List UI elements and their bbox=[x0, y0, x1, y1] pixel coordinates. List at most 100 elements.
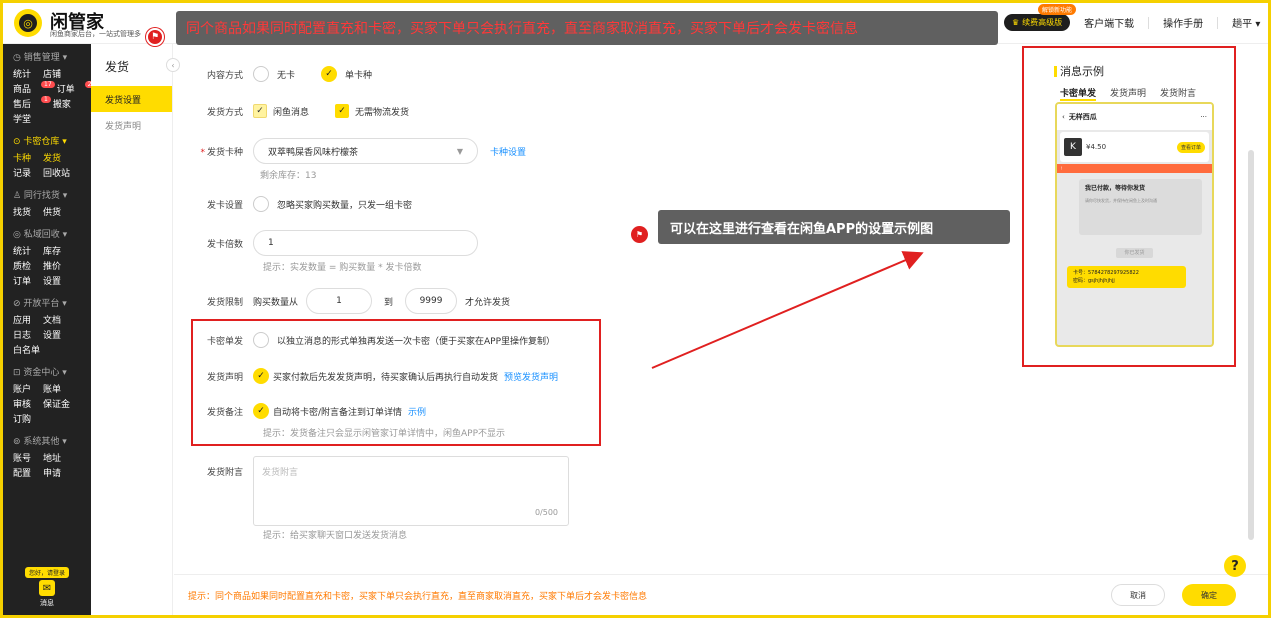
sidebar-item[interactable]: 应用 bbox=[13, 313, 31, 326]
download-link[interactable]: 客户端下载 bbox=[1084, 15, 1134, 30]
sidebar-group-title[interactable]: ◷ 销售管理 ▾ bbox=[13, 50, 91, 63]
sidebar-item[interactable]: 账号 bbox=[13, 451, 31, 464]
multiple-input[interactable]: 1 bbox=[253, 230, 478, 256]
sidebar-row: 质检 推价 bbox=[13, 258, 91, 273]
sidebar-group-title[interactable]: ◎ 私域回收 ▾ bbox=[13, 227, 91, 240]
sidebar-item[interactable]: 记录 bbox=[13, 166, 31, 179]
new-feature-tag: 解锁新功能 bbox=[1038, 4, 1077, 15]
message-icon[interactable]: ✉ bbox=[39, 580, 55, 596]
sidebar-item[interactable]: 申请 bbox=[43, 466, 61, 479]
sidebar-group-title[interactable]: ⊘ 开放平台 ▾ bbox=[13, 296, 91, 309]
app-logo[interactable]: ◎ bbox=[14, 9, 42, 37]
sidebar-item[interactable]: 订单2 bbox=[57, 81, 95, 95]
manual-link[interactable]: 操作手册 bbox=[1163, 15, 1203, 30]
checkbox-checked-icon: ✓ bbox=[335, 104, 350, 118]
sidebar-group: ⊚ 系统其他 ▾ 账号 地址 配置 申请 bbox=[3, 428, 91, 482]
sidebar-row: 日志 设置 bbox=[13, 327, 91, 342]
sidebar-item[interactable]: 发货 bbox=[43, 151, 61, 164]
sidebar-item[interactable]: 配置 bbox=[13, 466, 31, 479]
option-label: 无卡 bbox=[277, 70, 296, 81]
sidebar-item[interactable]: 学堂 bbox=[13, 112, 31, 125]
content-mode-single[interactable]: ✓ 单卡种 bbox=[321, 66, 372, 82]
subnav-title: 发货 bbox=[105, 60, 130, 74]
limit-to-input[interactable]: 9999 bbox=[405, 288, 458, 314]
sidebar-row: 记录 回收站 bbox=[13, 165, 91, 180]
sidebar-item[interactable]: 卡种 bbox=[13, 151, 31, 164]
user-menu[interactable]: 趟平 ▾ bbox=[1232, 15, 1260, 30]
sidebar-item[interactable]: 文档 bbox=[43, 313, 61, 326]
sidebar-item[interactable]: 设置 bbox=[43, 328, 61, 341]
sidebar-item[interactable]: 日志 bbox=[13, 328, 31, 341]
sidebar-item[interactable]: 推价 bbox=[43, 259, 61, 272]
send-setting-label: 发卡设置 bbox=[206, 200, 243, 211]
sidebar-item[interactable]: 账单 bbox=[43, 382, 61, 395]
login-tag[interactable]: 您好，请登录 bbox=[24, 567, 69, 578]
content-mode-no-card[interactable]: 无卡 bbox=[253, 66, 295, 82]
row-multiple: 发卡倍数 1 bbox=[174, 230, 478, 256]
card-type-select[interactable]: 双萃鸭屎香风味柠檬茶 ▼ bbox=[253, 138, 478, 164]
confirm-button[interactable]: 确定 bbox=[1182, 584, 1236, 606]
limit-prefix: 购买数量从 bbox=[253, 297, 299, 308]
preview-title: 消息示例 bbox=[1054, 66, 1104, 77]
sidebar-item[interactable]: 供货 bbox=[43, 205, 61, 218]
row-send-setting: 发卡设置 忽略买家购买数量，只发一组卡密 bbox=[174, 196, 438, 212]
tab-single-send[interactable]: 卡密单发 bbox=[1060, 86, 1097, 101]
sidebar-item[interactable]: 保证金 bbox=[43, 397, 70, 410]
sidebar-item[interactable]: 找货 bbox=[13, 205, 31, 218]
sidebar-item[interactable]: 质检 bbox=[13, 259, 31, 272]
sidebar-group-title[interactable]: ⊡ 资金中心 ▾ bbox=[13, 365, 91, 378]
scrollbar-thumb[interactable] bbox=[1248, 150, 1254, 540]
product-price: ¥4.50 bbox=[1086, 143, 1107, 151]
footer-bar: 提示：同个商品如果同时配置直充和卡密，买家下单只会执行直充，直至商家取消直充，买… bbox=[174, 574, 1268, 615]
tab-statement[interactable]: 发货声明 bbox=[1110, 86, 1146, 101]
subnav-item-ship-statement[interactable]: 发货声明 bbox=[91, 112, 172, 138]
tab-attach[interactable]: 发货附言 bbox=[1160, 86, 1196, 101]
sidebar-row: 统计 店铺 bbox=[13, 66, 91, 81]
sidebar-item[interactable]: 账户 bbox=[13, 382, 31, 395]
card-type-label: * 发货卡种 bbox=[174, 145, 253, 158]
phone-warning-bar: ! bbox=[1057, 164, 1212, 173]
sidebar-item[interactable]: 设置 bbox=[43, 274, 61, 287]
sidebar-item[interactable]: 商品17 bbox=[13, 81, 55, 95]
phone-paid-bubble: 我已付款，等待你发货 请你尽快发货，并保持在闲鱼上及时沟通 bbox=[1079, 179, 1202, 235]
sidebar-group-title[interactable]: ⊚ 系统其他 ▾ bbox=[13, 434, 91, 447]
attach-textarea[interactable]: 发货附言 0/500 bbox=[253, 456, 569, 526]
sidebar-group-title[interactable]: ♙ 同行找货 ▾ bbox=[13, 188, 91, 201]
sidebar-row: 白名单 bbox=[13, 342, 91, 357]
ignore-quantity-option[interactable]: 忽略买家购买数量，只发一组卡密 bbox=[253, 196, 412, 212]
sidebar-group-title[interactable]: ⊙ 卡密仓库 ▾ bbox=[13, 134, 91, 147]
limit-from-input[interactable]: 1 bbox=[306, 288, 373, 314]
flag-marker-icon: ⚑ bbox=[631, 226, 648, 243]
sidebar-row: 学堂 bbox=[13, 111, 91, 126]
ship-mode-xianyu-msg[interactable]: ✓ 闲鱼消息 bbox=[253, 104, 309, 118]
ship-mode-no-logistics[interactable]: ✓ 无需物流发货 bbox=[335, 104, 409, 118]
product-logo: K bbox=[1064, 138, 1082, 156]
sidebar-item[interactable]: 搬家 bbox=[53, 97, 71, 110]
radio-checked-icon: ✓ bbox=[321, 66, 338, 82]
phone-system-tag: 你已发货 bbox=[1057, 248, 1212, 258]
sidebar-item[interactable]: 统计 bbox=[13, 67, 31, 80]
sidebar-item[interactable]: 白名单 bbox=[13, 343, 40, 356]
count-badge: 17 bbox=[41, 81, 55, 88]
subnav-item-ship-settings[interactable]: 发货设置 bbox=[91, 86, 172, 112]
select-value: 双萃鸭屎香风味柠檬茶 bbox=[268, 147, 359, 158]
help-icon[interactable]: ? bbox=[1224, 555, 1246, 577]
sidebar-item[interactable]: 统计 bbox=[13, 244, 31, 257]
sidebar-item[interactable]: 订单 bbox=[13, 274, 31, 287]
sidebar-item[interactable]: 审核 bbox=[13, 397, 31, 410]
sidebar-item[interactable]: 售后1 bbox=[13, 96, 51, 110]
cancel-button[interactable]: 取消 bbox=[1111, 584, 1165, 606]
limit-label: 发货限制 bbox=[206, 297, 243, 308]
sidebar-item[interactable]: 地址 bbox=[43, 451, 61, 464]
sub-navigation: 发货 发货设置 发货声明 ‹ bbox=[91, 44, 180, 615]
sidebar-item[interactable]: 店铺 bbox=[43, 67, 61, 80]
sidebar-item[interactable]: 订购 bbox=[13, 412, 31, 425]
sidebar-item[interactable]: 回收站 bbox=[43, 166, 70, 179]
row-content-mode: 内容方式 无卡 ✓ 单卡种 bbox=[174, 66, 398, 82]
sidebar-item[interactable]: 库存 bbox=[43, 244, 61, 257]
phone-product-card: K ¥4.50 查看订单 bbox=[1060, 132, 1209, 162]
card-number: 卡号：5784278297925822 bbox=[1073, 270, 1139, 276]
row-card-type: * 发货卡种 双萃鸭屎香风味柠檬茶 ▼ 卡种设置 bbox=[174, 138, 526, 164]
vip-upgrade-button[interactable]: ♛ 续费高级版 解锁新功能 bbox=[1004, 4, 1077, 31]
card-type-settings-link[interactable]: 卡种设置 bbox=[490, 145, 526, 158]
